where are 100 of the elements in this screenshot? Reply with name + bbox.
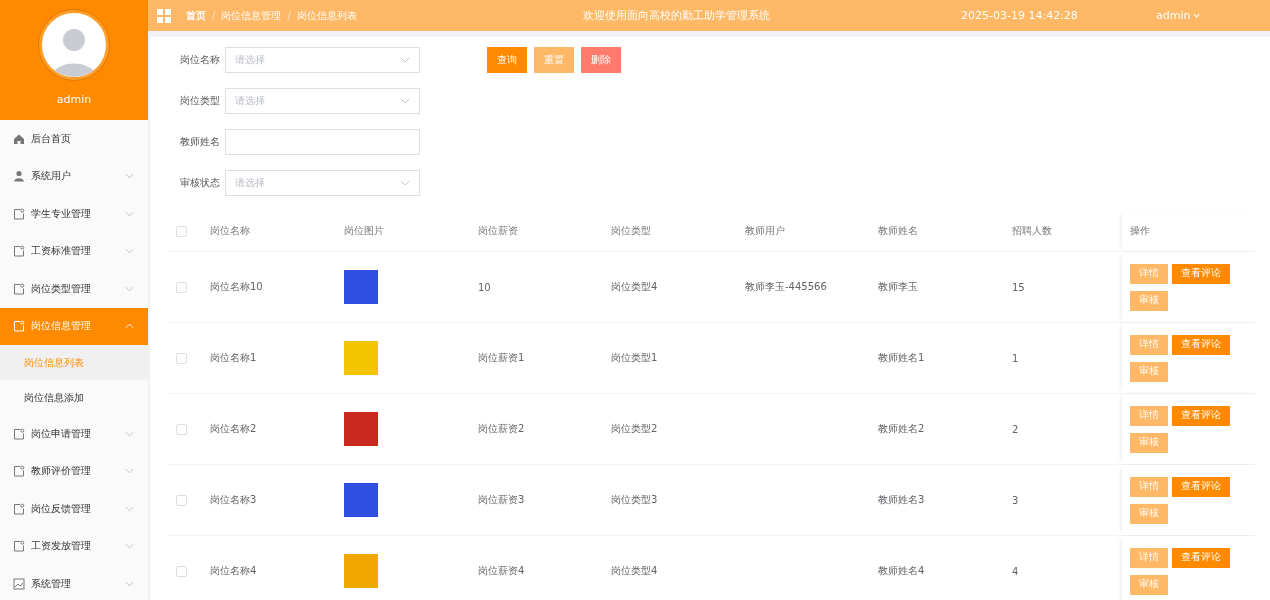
row-action-button[interactable]: 查看评论 <box>1172 334 1230 355</box>
table-cell: 岗位薪资2 <box>478 422 525 436</box>
chevron-down-icon <box>400 180 410 186</box>
row-action-button[interactable]: 详情 <box>1130 547 1168 568</box>
menu-item[interactable]: 系统管理 <box>0 565 148 600</box>
breadcrumb-separator: / <box>212 10 216 21</box>
table-cell: 岗位薪资1 <box>478 351 525 365</box>
column-header: 教师用户 <box>745 224 785 238</box>
document-icon <box>13 502 25 515</box>
column-header: 岗位类型 <box>611 224 651 238</box>
menu-item[interactable]: 教师评价管理 <box>0 452 148 490</box>
row-action-button[interactable]: 查看评论 <box>1172 476 1230 497</box>
row-action-button[interactable]: 查看评论 <box>1172 263 1230 284</box>
submenu-item[interactable]: 岗位信息列表 <box>0 345 148 380</box>
filter-label: 审核状态 <box>180 176 219 190</box>
action-button[interactable]: 重置 <box>534 47 574 73</box>
table-cell: 岗位名称10 <box>210 280 263 294</box>
checkbox[interactable] <box>176 565 187 577</box>
select-field[interactable]: 请选择 <box>225 170 420 196</box>
row-action-button[interactable]: 详情 <box>1130 476 1168 497</box>
menu-item[interactable]: 岗位类型管理 <box>0 270 148 308</box>
table-cell: 岗位名称2 <box>210 422 257 436</box>
document-icon <box>13 207 25 220</box>
menu-item[interactable]: 岗位申请管理 <box>0 415 148 453</box>
table-cell: 岗位薪资4 <box>478 564 525 578</box>
column-header: 教师姓名 <box>878 224 918 238</box>
datetime: 2025-03-19 14:42:28 <box>961 9 1079 22</box>
chevron-up-icon <box>125 323 134 330</box>
column-header: 岗位名称 <box>210 224 250 238</box>
menu-item[interactable]: 学生专业管理 <box>0 195 148 233</box>
document-icon <box>13 282 25 295</box>
table-cell: 4 <box>1012 565 1019 577</box>
table-cell: 教师姓名2 <box>878 422 925 436</box>
document-icon <box>13 540 25 553</box>
checkbox[interactable] <box>176 352 187 364</box>
chevron-down-icon <box>125 248 134 255</box>
chevron-down-icon <box>125 468 134 475</box>
table-cell: 岗位名称4 <box>210 564 257 578</box>
table-cell: 教师姓名4 <box>878 564 925 578</box>
table-cell: 10 <box>478 281 491 293</box>
row-action-button[interactable]: 审核 <box>1130 574 1168 595</box>
select-field[interactable]: 请选择 <box>225 88 420 114</box>
action-button[interactable]: 删除 <box>581 47 621 73</box>
breadcrumb-separator: / <box>287 10 291 21</box>
checkbox[interactable] <box>176 423 187 435</box>
chevron-down-icon <box>125 430 134 437</box>
document-icon <box>13 245 25 258</box>
column-header: 岗位图片 <box>344 224 384 238</box>
row-action-button[interactable]: 审核 <box>1130 290 1168 311</box>
column-header: 操作 <box>1130 224 1150 238</box>
checkbox[interactable] <box>176 225 187 237</box>
row-action-button[interactable]: 详情 <box>1130 334 1168 355</box>
avatar <box>39 10 109 80</box>
submenu-item[interactable]: 岗位信息添加 <box>0 380 148 415</box>
document-icon <box>13 465 25 478</box>
menu-item[interactable]: 岗位信息管理 <box>0 307 148 345</box>
document-icon <box>13 320 25 333</box>
caret-icon <box>1193 13 1201 18</box>
document-icon <box>13 427 25 440</box>
table-cell: 岗位类型1 <box>611 351 658 365</box>
row-action-button[interactable]: 审核 <box>1130 432 1168 453</box>
breadcrumb-link[interactable]: 岗位信息列表 <box>296 8 357 23</box>
user-menu[interactable]: admin <box>1156 9 1201 22</box>
grid-icon[interactable] <box>157 8 171 23</box>
checkbox[interactable] <box>176 281 187 293</box>
table-cell: 1 <box>1012 352 1019 364</box>
user-icon <box>13 170 25 183</box>
input-field[interactable] <box>225 129 420 155</box>
checkbox[interactable] <box>176 494 187 506</box>
row-action-button[interactable]: 审核 <box>1130 503 1168 524</box>
row-action-button[interactable]: 详情 <box>1130 263 1168 284</box>
chevron-down-icon <box>125 173 134 180</box>
action-button[interactable]: 查询 <box>487 47 527 73</box>
username: admin <box>56 93 92 106</box>
menu-item[interactable]: 系统用户 <box>0 157 148 195</box>
home-icon <box>13 132 25 145</box>
breadcrumb-link[interactable]: 首页 <box>186 8 206 23</box>
table-cell: 岗位薪资3 <box>478 493 525 507</box>
table-cell: 岗位名称3 <box>210 493 257 507</box>
row-action-button[interactable]: 查看评论 <box>1172 547 1230 568</box>
chevron-down-icon <box>400 98 410 104</box>
chevron-down-icon <box>125 505 134 512</box>
table-cell: 教师李玉-445566 <box>745 280 827 294</box>
menu-item[interactable]: 后台首页 <box>0 120 148 158</box>
menu-item[interactable]: 岗位反馈管理 <box>0 490 148 528</box>
filter-label: 教师姓名 <box>180 135 219 149</box>
menu-item[interactable]: 工资发放管理 <box>0 527 148 565</box>
select-field[interactable]: 请选择 <box>225 47 420 73</box>
row-action-button[interactable]: 审核 <box>1130 361 1168 382</box>
table-cell: 教师李玉 <box>878 280 918 294</box>
table-cell: 2 <box>1012 423 1019 435</box>
table-cell: 岗位名称1 <box>210 351 257 365</box>
column-header: 招聘人数 <box>1012 224 1052 238</box>
system-title: 欢迎使用面向高校的勤工助学管理系统 <box>581 8 771 23</box>
table-cell: 岗位类型4 <box>611 564 658 578</box>
row-action-button[interactable]: 查看评论 <box>1172 405 1230 426</box>
menu-item[interactable]: 工资标准管理 <box>0 232 148 270</box>
row-action-button[interactable]: 详情 <box>1130 405 1168 426</box>
breadcrumb-link[interactable]: 岗位信息管理 <box>221 8 282 23</box>
table-cell: 岗位类型3 <box>611 493 658 507</box>
